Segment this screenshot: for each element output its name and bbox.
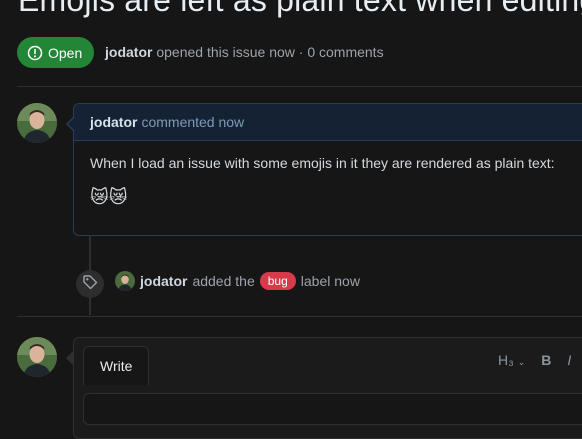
comment-text: When I load an issue with some emojis in… [90, 155, 555, 171]
comment-body: When I load an issue with some emojis in… [74, 141, 582, 222]
heading-label: H₃ [498, 352, 514, 368]
label-event: jodator added the bug label now [115, 271, 360, 291]
current-user-avatar[interactable] [17, 337, 57, 377]
event-action: added the [192, 273, 255, 289]
header-divider [17, 86, 582, 87]
comment-emojis: 😿😿 [90, 187, 128, 207]
comment-header: jodator commented now [74, 104, 582, 141]
comment-box: jodator commented now When I load an iss… [66, 103, 582, 236]
bold-button[interactable]: B [541, 352, 551, 368]
event-actor-avatar[interactable] [115, 271, 135, 291]
bug-label[interactable]: bug [259, 272, 296, 290]
timeline-divider [17, 316, 582, 317]
issue-opened-icon [27, 45, 43, 61]
label-event-badge [76, 270, 104, 298]
comment-author-avatar[interactable] [17, 103, 57, 143]
comment-time[interactable]: commented now [141, 114, 244, 130]
issue-meta: jodator opened this issue now · 0 commen… [105, 44, 384, 60]
issue-author-link[interactable]: jodator [105, 44, 152, 60]
tab-write[interactable]: Write [83, 346, 150, 385]
heading-button[interactable]: H₃ ⌄ [498, 352, 525, 368]
state-label: Open [48, 44, 83, 61]
state-open-badge: Open [17, 37, 95, 68]
issue-meta-text: opened this issue now · 0 comments [156, 44, 384, 60]
event-suffix: label now [300, 273, 360, 289]
italic-button-icon[interactable]: I [567, 352, 571, 368]
comment-author-link[interactable]: jodator [90, 114, 137, 130]
chevron-down-icon: ⌄ [517, 357, 526, 367]
comment-pointer-inner [68, 117, 75, 131]
editor-pointer [66, 350, 74, 366]
tag-icon [82, 274, 98, 295]
event-actor-link[interactable]: jodator [140, 273, 187, 289]
new-comment-editor: Write H₃ ⌄ B I [66, 337, 582, 439]
issue-title: Emojis are left as plain text when editi… [18, 0, 582, 18]
comment-textarea[interactable] [83, 393, 582, 425]
editor-toolbar: H₃ ⌄ B I [498, 352, 571, 368]
